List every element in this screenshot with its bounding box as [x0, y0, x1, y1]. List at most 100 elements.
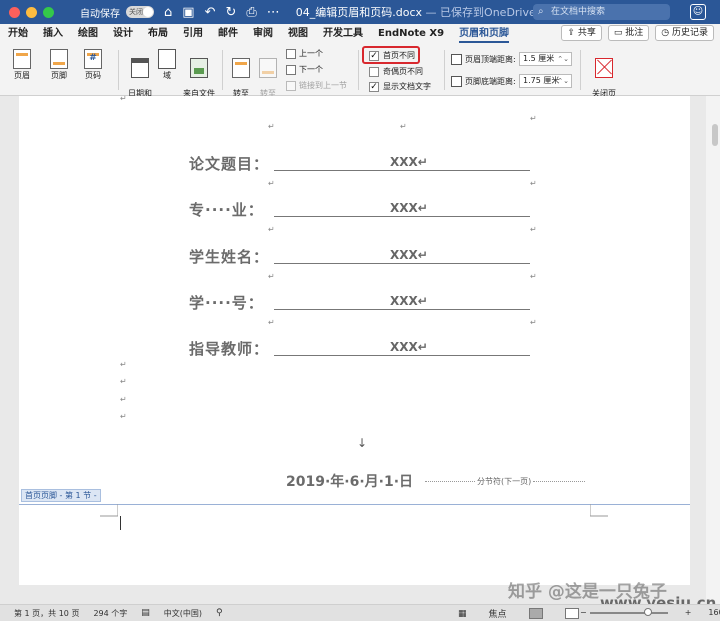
- vertical-scrollbar[interactable]: [706, 96, 720, 604]
- zoom-window-button[interactable]: [43, 6, 54, 18]
- save-icon[interactable]: ▣: [182, 5, 194, 20]
- field-value-student-name[interactable]: XXX↵: [390, 248, 428, 262]
- page-number-button[interactable]: 页码: [80, 49, 106, 80]
- next-label: 下一个: [299, 65, 323, 74]
- header-distance-icon: [451, 54, 462, 65]
- calendar-icon: [131, 58, 149, 78]
- picture-icon: [190, 58, 208, 78]
- focus-icon[interactable]: ▦: [458, 609, 467, 619]
- field-underline: [274, 216, 530, 217]
- goto-header-icon: [232, 58, 250, 78]
- field-value-title[interactable]: XXX↵: [390, 155, 428, 169]
- header-top-distance: 页眉顶端距离:: [451, 54, 516, 65]
- title-bar: 自动保存 关闭 ⌂ ▣ ↶ ↻ ⎙ ⋯ 04_编辑页眉和页码.docx — 已保…: [0, 0, 720, 24]
- field-underline: [274, 309, 530, 310]
- word-count[interactable]: 294 个字: [93, 608, 127, 619]
- redo-icon[interactable]: ↻: [225, 5, 236, 20]
- field-value-student-id[interactable]: XXX↵: [390, 294, 428, 308]
- scrollbar-thumb[interactable]: [712, 124, 718, 146]
- tab-view[interactable]: 视图: [288, 24, 308, 44]
- autosave-toggle[interactable]: 关闭: [126, 6, 154, 18]
- close-icon: [595, 58, 613, 78]
- ribbon-tabs: 开始 插入 绘图 设计 布局 引用 邮件 审阅 视图 开发工具 EndNote …: [0, 24, 720, 44]
- footer-icon: [50, 49, 68, 69]
- section-break-label: 分节符(下一页): [477, 477, 532, 486]
- next-icon: [286, 64, 296, 75]
- minimize-window-button[interactable]: [26, 6, 37, 18]
- history-label: 历史记录: [671, 28, 708, 38]
- search-placeholder: 在文档中搜索: [551, 7, 606, 17]
- crop-mark-right: [590, 504, 608, 517]
- previous-icon: [286, 48, 296, 59]
- tab-references[interactable]: 引用: [183, 24, 203, 44]
- tab-header-footer[interactable]: 页眉和页脚: [459, 24, 510, 44]
- close-window-button[interactable]: [9, 6, 20, 18]
- zoom-slider-knob[interactable]: [643, 607, 652, 616]
- document-title: 04_编辑页眉和页码.docx — 已保存到OneDrive: [296, 4, 536, 20]
- ribbon: 页眉 页脚 页码 日期和 时间 域 来自文件 的图片 转至 页眉 转至 页脚 上…: [0, 44, 720, 107]
- tab-mailings[interactable]: 邮件: [218, 24, 238, 44]
- tab-draw[interactable]: 绘图: [78, 24, 98, 44]
- autosave-label: 自动保存: [80, 8, 120, 20]
- home-icon[interactable]: ⌂: [164, 5, 172, 20]
- print-icon[interactable]: ⎙: [246, 5, 256, 20]
- footer-bottom-distance: 页脚底端距离:: [451, 76, 516, 87]
- focus-label[interactable]: 焦点: [489, 607, 507, 620]
- status-bar: 第 1 页，共 10 页 294 个字 ▤ 中文(中国) ⚲ ▦ 焦点 − + …: [0, 604, 720, 621]
- next-button[interactable]: 下一个: [286, 64, 323, 75]
- zoom-in-icon[interactable]: +: [685, 608, 692, 617]
- header-button-label: 页眉: [14, 71, 30, 80]
- proofing-icon[interactable]: ▤: [141, 608, 150, 618]
- tab-developer[interactable]: 开发工具: [323, 24, 363, 44]
- field-label-title: 论文题目：: [189, 155, 270, 173]
- previous-label: 上一个: [299, 49, 323, 58]
- feedback-icon[interactable]: ☺: [690, 4, 706, 20]
- page-number-button-label: 页码: [85, 71, 101, 80]
- tab-home[interactable]: 开始: [8, 24, 28, 44]
- header-button[interactable]: 页眉: [10, 49, 34, 80]
- link-to-previous-button[interactable]: 链接到上一节: [286, 80, 347, 91]
- show-document-text-checkbox[interactable]: ✓ 显示文档文字: [369, 81, 431, 92]
- field-value-major[interactable]: XXX↵: [390, 201, 428, 215]
- comments-button[interactable]: ▭ 批注: [607, 25, 650, 41]
- tab-endnote[interactable]: EndNote X9: [378, 24, 444, 44]
- different-odd-even-checkbox[interactable]: 奇偶页不同: [369, 66, 423, 77]
- field-button-label: 域: [163, 71, 171, 80]
- show-document-text-label: 显示文档文字: [383, 82, 431, 91]
- highlight-box: [362, 46, 420, 64]
- tab-review[interactable]: 审阅: [253, 24, 273, 44]
- field-value-advisor[interactable]: XXX↵: [390, 340, 428, 354]
- different-odd-even-label: 奇偶页不同: [383, 67, 423, 76]
- tab-design[interactable]: 设计: [113, 24, 133, 44]
- search-input[interactable]: ⌕ 在文档中搜索: [533, 4, 670, 20]
- crop-mark-left: [100, 504, 118, 517]
- share-label: 共享: [577, 28, 596, 38]
- language[interactable]: 中文(中国): [164, 608, 202, 619]
- print-layout-view-button[interactable]: [528, 608, 543, 619]
- header-top-label: 页眉顶端距离:: [465, 55, 516, 64]
- field-button[interactable]: 域: [157, 49, 177, 80]
- accessibility-icon[interactable]: ⚲: [216, 608, 223, 618]
- more-icon[interactable]: ⋯: [267, 5, 280, 20]
- history-button[interactable]: ◷ 历史记录: [655, 25, 714, 41]
- footer-section-tag: 首页页脚 - 第 1 节 -: [21, 489, 101, 502]
- show-document-text-check: ✓: [369, 81, 379, 92]
- previous-button[interactable]: 上一个: [286, 48, 323, 59]
- window-controls: [9, 6, 54, 18]
- header-top-input[interactable]: 1.5 厘米: [519, 52, 572, 66]
- page-number-icon: [84, 49, 102, 69]
- zoom-out-icon[interactable]: −: [580, 608, 587, 617]
- tab-insert[interactable]: 插入: [43, 24, 63, 44]
- header-icon: [13, 49, 31, 69]
- field-underline: [274, 355, 530, 356]
- page-count[interactable]: 第 1 页，共 10 页: [14, 608, 79, 619]
- tab-layout[interactable]: 布局: [148, 24, 168, 44]
- zoom-slider[interactable]: [589, 607, 668, 616]
- undo-icon[interactable]: ↶: [205, 5, 216, 20]
- zoom-level[interactable]: 160%: [708, 608, 720, 617]
- footer-button[interactable]: 页脚: [46, 49, 72, 80]
- field-underline: [274, 170, 530, 171]
- footer-bottom-input[interactable]: 1.75 厘米: [519, 74, 572, 88]
- share-button[interactable]: ⇪ 共享: [561, 25, 602, 41]
- document-date[interactable]: 2019·年·6·月·1·日: [286, 471, 413, 491]
